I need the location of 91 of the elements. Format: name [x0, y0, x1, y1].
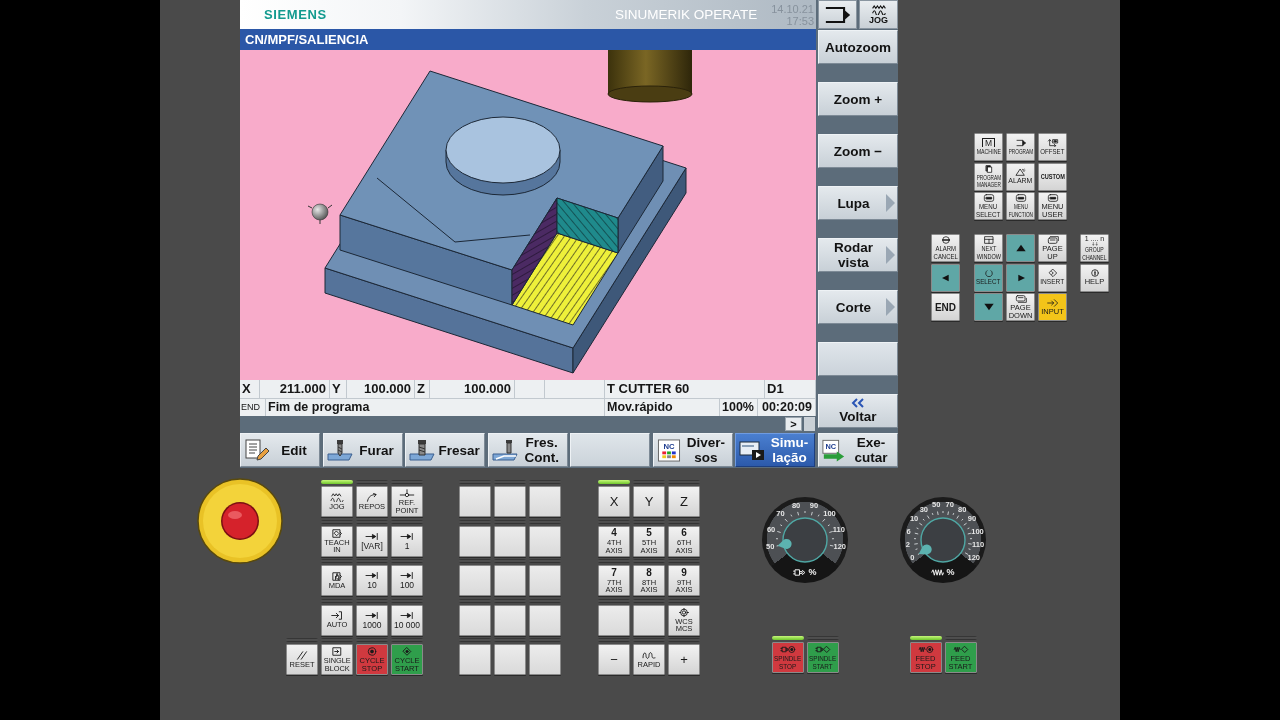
product-title: SINUMERIK OPERATE [614, 7, 758, 22]
softkey[interactable]: Fres. Cont. [487, 433, 568, 467]
panel-key[interactable]: + [668, 644, 700, 675]
panel-key[interactable] [974, 293, 1003, 321]
unit-label: % [808, 567, 817, 577]
panel-key[interactable] [931, 263, 960, 292]
softkey[interactable]: Corte [818, 290, 898, 324]
rounded-key-icon [981, 194, 996, 202]
panel-key[interactable]: 10 [356, 565, 388, 596]
axes-frame-icon [1045, 138, 1060, 147]
spindle-icon [793, 567, 807, 577]
blank-key[interactable] [459, 604, 491, 636]
softkey[interactable]: Zoom + [818, 82, 898, 116]
panel-key[interactable] [1006, 263, 1035, 292]
panel-key[interactable]: X [598, 486, 630, 517]
softkey[interactable]: Autozoom [818, 30, 898, 64]
panel-key[interactable]: 10 000 [391, 604, 423, 636]
softkey[interactable]: Simu- lação [735, 433, 816, 467]
double-slash-icon [294, 650, 310, 660]
double-chevron-icon [851, 398, 865, 408]
softkey[interactable]: Lupa [818, 186, 898, 220]
panel-key[interactable]: [VAR] [356, 525, 388, 557]
program-path: CN/MPF/SALIENCIA [245, 32, 369, 47]
panel-key[interactable]: Y [633, 486, 665, 517]
rounded-key-icon [1013, 194, 1028, 202]
spindle-start-icon [814, 645, 831, 654]
feed-stop-icon [917, 645, 934, 654]
arrow-to-bar-icon [364, 531, 380, 541]
softkey[interactable]: Furar [322, 433, 403, 467]
softkey[interactable]: NC Exe- cutar [817, 433, 898, 467]
arrow-to-bar-icon [364, 610, 380, 620]
zigzag-icon [931, 567, 945, 577]
softkey[interactable]: Fresar [405, 433, 486, 467]
wave-icon [329, 492, 345, 502]
warning-triangle-icon [1013, 168, 1028, 177]
unit-label: % [946, 567, 955, 577]
document-pencil-icon [244, 439, 270, 461]
panel-key[interactable]: − [598, 644, 630, 675]
input-arrow-icon [1045, 298, 1060, 307]
drill-icon [326, 439, 353, 461]
blank-softkey[interactable] [570, 433, 651, 467]
knob-pointer[interactable] [918, 544, 932, 555]
triangle-arrow-icon [886, 246, 895, 264]
panel-key[interactable]: Z [668, 486, 700, 517]
arrow-to-bar-icon [399, 571, 415, 580]
softkey[interactable]: Voltar [818, 394, 898, 428]
target-icon [676, 607, 692, 617]
arrow-to-bar-icon [364, 571, 380, 580]
blank-key[interactable] [459, 525, 491, 557]
mode-label: JOG [869, 14, 888, 25]
blank-key[interactable] [529, 604, 561, 636]
blank-key[interactable] [494, 604, 526, 636]
arrow-to-bar-icon [399, 610, 415, 620]
feed-start-icon [952, 645, 969, 654]
triangle-arrow-icon [886, 194, 895, 212]
softkey[interactable]: Edit [240, 433, 321, 467]
softkey[interactable]: Rodar vista [818, 238, 898, 272]
panel-key[interactable]: 1000 [356, 604, 388, 636]
arrow-bracket-icon [329, 611, 345, 621]
emergency-stop-button[interactable] [197, 478, 283, 564]
panel-key[interactable]: 1 [391, 525, 423, 557]
window-panes-icon [981, 236, 996, 244]
blank-key[interactable] [494, 525, 526, 557]
spindle-stop-icon [779, 645, 796, 654]
knob-pointer[interactable] [777, 538, 792, 549]
softkey[interactable]: NC Diver- sos [652, 433, 733, 467]
page-stack-icon [1045, 236, 1060, 244]
screen-play-icon [739, 439, 766, 461]
panel-key[interactable]: 100 [391, 565, 423, 596]
nc-tile-icon: NC [656, 438, 681, 462]
rounded-key-icon [1045, 194, 1060, 202]
brand-label: SIEMENS [264, 7, 327, 22]
arrow-to-bar-icon [399, 531, 415, 541]
blank-softkey[interactable] [818, 342, 898, 376]
blank-key[interactable] [529, 525, 561, 557]
blank-key[interactable] [598, 604, 630, 636]
scroll-right-button[interactable]: > [785, 417, 802, 431]
curved-arrow-icon [364, 492, 380, 502]
page-stack-icon [1013, 295, 1028, 303]
wave-icon [870, 4, 887, 15]
triangle-arrow-icon [886, 298, 895, 316]
blank-key[interactable] [633, 604, 665, 636]
panel-key[interactable]: END [931, 293, 960, 321]
crosshair-icon [399, 489, 415, 498]
bracket-arrow-icon [824, 5, 851, 24]
contour-milling-icon [491, 439, 518, 461]
panel-key[interactable] [1006, 234, 1035, 262]
bracket-arrow-icon [1013, 138, 1028, 147]
softkey[interactable]: Zoom − [818, 134, 898, 168]
milling-cutter-icon [409, 439, 436, 461]
wave-icon [641, 650, 657, 660]
